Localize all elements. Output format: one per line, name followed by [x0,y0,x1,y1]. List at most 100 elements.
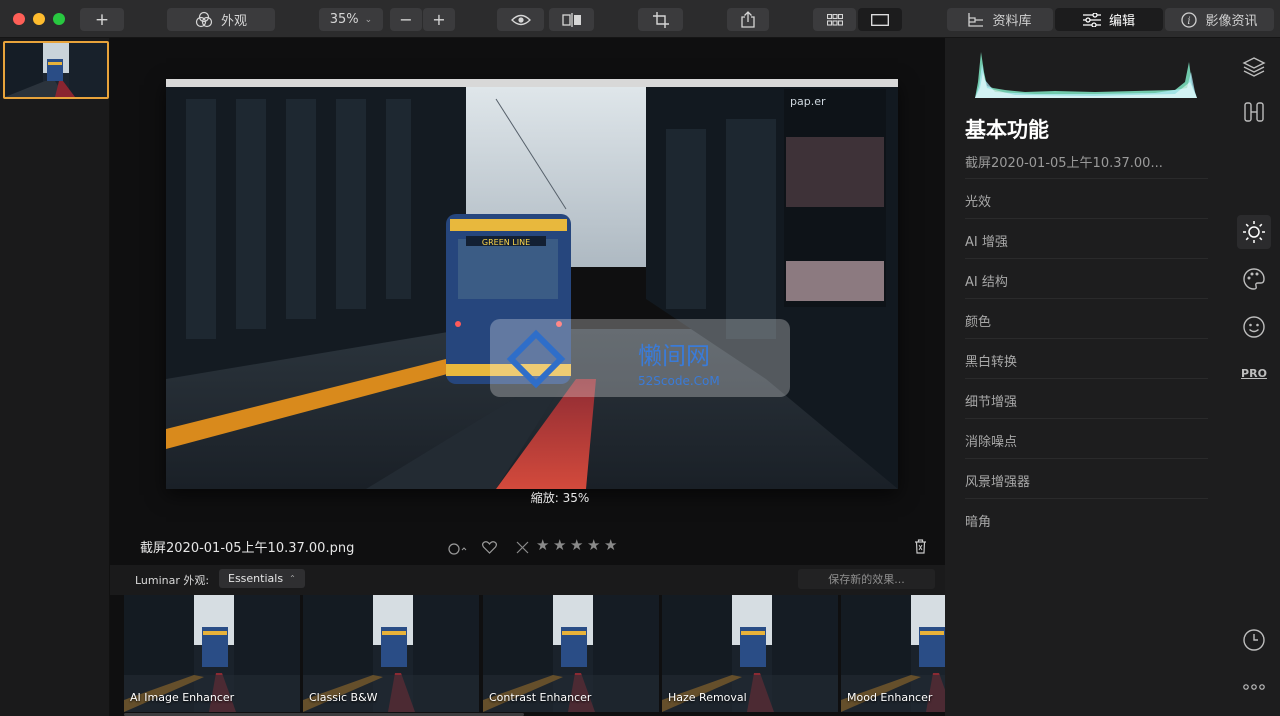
zoom-window-button[interactable] [53,13,65,25]
layers-button[interactable] [1237,50,1271,84]
more-icon [1243,684,1265,690]
tab-library[interactable]: 资料库 [947,8,1053,31]
layers-icon [1242,57,1266,77]
photo-image: GREEN LINE pap.er 懒间网 52Scode.CoM [166,79,898,489]
looks-bar: Luminar 外观: Essentials ⌃ 保存新的效果... [110,565,945,595]
preset-tile[interactable]: Contrast Enhancer [483,595,659,712]
rating-star[interactable]: ★ [570,536,583,554]
panel-title: 基本功能 [965,118,1049,142]
sliders-icon [1082,12,1101,27]
main-photo[interactable]: GREEN LINE pap.er 懒间网 52Scode.CoM [166,79,898,489]
reject-button[interactable] [516,539,529,558]
preset-label: Mood Enhancer [847,691,933,704]
preset-tile[interactable]: AI Image Enhancer [124,595,300,712]
reject-icon [516,541,529,554]
zoom-out-label: − [399,10,413,29]
tab-edit-label: 编辑 [1108,14,1135,29]
tool-category-bar: PRO [1225,38,1280,716]
preset-tile[interactable]: Haze Removal [662,595,838,712]
history-button[interactable] [1237,623,1271,657]
preset-label: Classic B&W [309,691,378,704]
delete-button[interactable] [914,539,927,558]
looks-icon [195,11,213,27]
eye-icon [510,14,531,25]
palette-icon [1243,268,1265,290]
rating-star[interactable]: ★ [536,536,549,554]
essentials-button[interactable] [1237,215,1271,249]
preset-label: Contrast Enhancer [489,691,592,704]
zoom-value: 35% [329,12,359,27]
tool-item[interactable]: AI 增强 [965,218,1208,258]
tool-item[interactable]: 消除噪点 [965,418,1208,458]
crop-button[interactable] [638,8,683,31]
sun-icon [1243,221,1265,243]
canvas-tools-icon [1244,102,1264,122]
rating-star[interactable]: ★ [553,536,566,554]
looks-category-value: Essentials [228,572,284,585]
pro-button[interactable]: PRO [1237,356,1271,390]
svg-text:GREEN LINE: GREEN LINE [482,238,530,247]
creative-button[interactable] [1237,262,1271,296]
compare-icon [561,12,581,27]
tool-item[interactable]: 颜色 [965,298,1208,338]
preset-tile[interactable]: Classic B&W [303,595,479,712]
chevron-down-icon: ⌄ [364,14,373,25]
tab-info[interactable]: i 影像资讯 [1165,8,1274,31]
crop-icon [652,11,669,28]
minimize-window-button[interactable] [33,13,45,25]
tool-item[interactable]: 黑白转换 [965,338,1208,378]
preview-button[interactable] [497,8,544,31]
edit-panel: 基本功能 截屏2020-01-05上午10.37.00... 光效 AI 增强 AI… [945,38,1225,716]
tab-library-label: 资料库 [992,14,1032,29]
single-image-icon [871,13,889,26]
tool-item[interactable]: 风景增强器 [965,458,1208,498]
filmstrip [0,38,110,716]
panel-subtitle: 截屏2020-01-05上午10.37.00... [965,156,1163,171]
rating-star[interactable]: ★ [604,536,617,554]
save-look-button[interactable]: 保存新的效果... [798,569,935,589]
tool-item[interactable]: 细节增强 [965,378,1208,418]
single-view-button[interactable] [858,8,902,31]
toolbar: + 外观 35% ⌄ − + 资料库 编辑 i 影像资讯 [0,0,1280,38]
looks-bar-label: Luminar 外观: [135,574,210,587]
svg-text:pap.er: pap.er [790,95,826,108]
compare-button[interactable] [549,8,594,31]
chevron-up-icon: ⌃ [289,574,296,583]
histogram [975,52,1197,98]
preset-label: AI Image Enhancer [130,691,235,704]
share-button[interactable] [727,8,769,31]
thumbnail-image [5,43,107,97]
zoom-in-button[interactable]: + [423,8,455,31]
tab-edit[interactable]: 编辑 [1055,8,1163,31]
tool-item[interactable]: 光效 [965,178,1208,218]
canvas-button[interactable] [1237,95,1271,129]
grid-icon [826,13,843,26]
tab-info-label: 影像资讯 [1205,14,1258,29]
heart-icon [482,541,497,554]
watermark-url: 52Scode.CoM [638,374,720,388]
portrait-button[interactable] [1237,310,1271,344]
favorite-button[interactable] [482,539,497,558]
clock-icon [1243,629,1265,651]
svg-text:i: i [1188,16,1191,27]
preset-tile[interactable]: Mood Enhancer [841,595,945,712]
gallery-view-button[interactable] [813,8,856,31]
zoom-out-button[interactable]: − [390,8,422,31]
color-label-button[interactable] [448,540,468,559]
filmstrip-thumbnail[interactable] [3,41,109,99]
looks-button[interactable]: 外观 [167,8,275,31]
close-window-button[interactable] [13,13,25,25]
looks-category-select[interactable]: Essentials ⌃ [219,569,305,588]
presets-strip: AI Image Enhancer Classic B&W Contrast E… [124,595,945,716]
tool-item[interactable]: 暗角 [965,498,1208,538]
looks-label: 外观 [220,14,247,29]
rating-star[interactable]: ★ [587,536,600,554]
zoom-select[interactable]: 35% ⌄ [319,8,383,31]
preset-label: Haze Removal [668,691,747,704]
tool-item[interactable]: AI 结构 [965,258,1208,298]
image-info-bar: 截屏2020-01-05上午10.37.00.png ★ ★ ★ ★ ★ [110,528,945,564]
add-button[interactable]: + [80,8,124,31]
color-label-icon [448,543,467,555]
more-button[interactable] [1237,670,1271,704]
filename-label: 截屏2020-01-05上午10.37.00.png [140,541,355,556]
